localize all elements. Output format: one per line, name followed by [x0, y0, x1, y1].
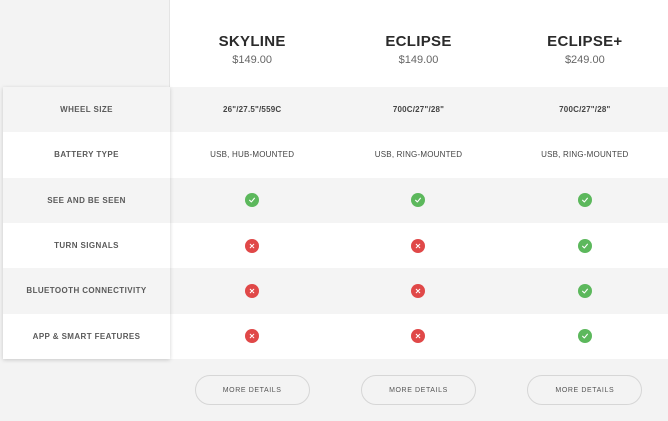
more-details-button-eclipse[interactable]: MORE DETAILS	[360, 375, 476, 405]
product-column-eclipse: ECLIPSE $149.00	[335, 0, 501, 87]
cross-icon	[411, 283, 426, 298]
product-name: ECLIPSE	[385, 33, 452, 50]
product-name: ECLIPSE+	[547, 33, 623, 50]
feature-cell	[335, 178, 501, 223]
feature-cell	[335, 268, 501, 313]
product-price: $149.00	[232, 54, 273, 66]
feature-label: BATTERY TYPE	[54, 150, 119, 160]
check-icon	[411, 193, 426, 208]
feature-cell	[502, 178, 668, 223]
table-row	[169, 177, 668, 223]
feature-cell	[169, 178, 335, 223]
feature-label: TURN SIGNALS	[54, 241, 119, 251]
feature-cell	[502, 223, 668, 268]
check-icon	[577, 193, 592, 208]
product-column-eclipse-plus: ECLIPSE+ $249.00	[502, 0, 668, 87]
more-details-button-skyline[interactable]: MORE DETAILS	[194, 375, 310, 405]
product-header-row: SKYLINE $149.00 ECLIPSE $149.00 ECLIPSE+…	[169, 0, 668, 87]
more-details-button-eclipse-plus[interactable]: MORE DETAILS	[527, 375, 643, 405]
table-row: 26"/27.5"/559C 700C/27"/28" 700C/27"/28"	[169, 87, 668, 133]
feature-cell	[335, 314, 501, 359]
feature-label: APP & SMART FEATURES	[32, 331, 141, 341]
check-icon	[577, 329, 592, 344]
feature-cell	[502, 268, 668, 313]
cross-icon	[411, 238, 426, 253]
feature-value: USB, RING-MOUNTED	[541, 150, 629, 160]
cross-icon	[245, 238, 260, 253]
feature-cell	[169, 223, 335, 268]
product-name: SKYLINE	[218, 33, 286, 50]
feature-cell	[169, 268, 335, 313]
feature-value: USB, HUB-MOUNTED	[210, 150, 295, 160]
table-row	[169, 268, 668, 314]
table-row	[169, 314, 668, 359]
feature-label: BLUETOOTH CONNECTIVITY	[3, 268, 170, 314]
feature-labels-panel: WHEEL SIZE BATTERY TYPE SEE AND BE SEEN …	[3, 87, 170, 359]
feature-value: 26"/27.5"/559C	[222, 105, 282, 115]
feature-cell	[335, 223, 501, 268]
feature-label: WHEEL SIZE	[3, 87, 170, 133]
feature-label: SEE AND BE SEEN	[3, 177, 170, 223]
feature-values-grid: 26"/27.5"/559C 700C/27"/28" 700C/27"/28"…	[169, 87, 668, 359]
product-price: $249.00	[564, 54, 605, 66]
feature-value: 700C/27"/28"	[559, 105, 611, 115]
feature-value: 700C/27"/28"	[392, 105, 445, 115]
footer-cell: MORE DETAILS	[502, 359, 668, 421]
cross-icon	[245, 329, 260, 344]
table-row	[169, 223, 668, 268]
table-row: USB, HUB-MOUNTED USB, RING-MOUNTED USB, …	[169, 132, 668, 177]
check-icon	[577, 238, 592, 253]
product-price: $149.00	[398, 54, 439, 66]
details-buttons-row: MORE DETAILS MORE DETAILS MORE DETAILS	[169, 359, 668, 421]
feature-cell	[169, 314, 335, 359]
footer-cell: MORE DETAILS	[169, 359, 335, 421]
cross-icon	[411, 329, 426, 344]
feature-value: USB, RING-MOUNTED	[374, 150, 463, 160]
product-column-skyline: SKYLINE $149.00	[169, 0, 335, 87]
check-icon	[245, 193, 260, 208]
cross-icon	[245, 283, 260, 298]
feature-cell	[502, 314, 668, 359]
check-icon	[577, 283, 592, 298]
footer-cell: MORE DETAILS	[335, 359, 501, 421]
